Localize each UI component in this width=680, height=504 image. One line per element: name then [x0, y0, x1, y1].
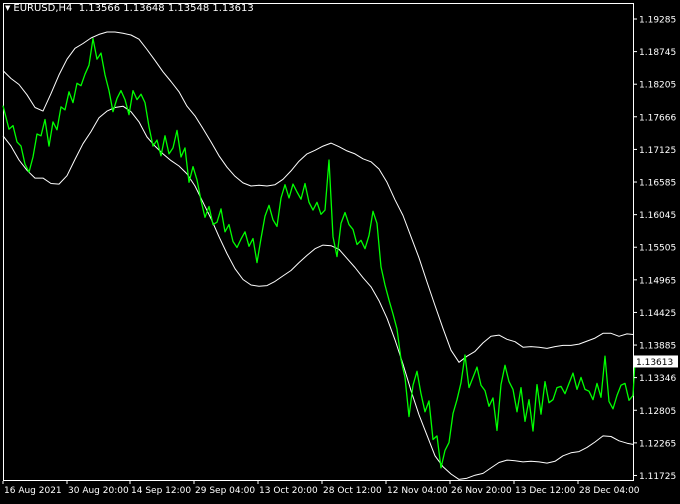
time-axis-label: 30 Aug 20:00 — [68, 486, 129, 496]
time-axis-label: 29 Sep 04:00 — [195, 486, 255, 496]
price-axis-label: 1.16045 — [639, 211, 676, 221]
lower-band-line — [2, 105, 634, 480]
time-axis-label: 12 Nov 04:00 — [387, 486, 448, 496]
time-axis-label: 14 Sep 12:00 — [131, 486, 191, 496]
time-axis-label: 16 Aug 2021 — [4, 486, 62, 496]
price-axis-label: 1.12805 — [639, 407, 676, 417]
price-axis-label: 1.14965 — [639, 276, 676, 286]
price-axis-label: 1.17666 — [639, 113, 676, 123]
chart-header: ▼ EURUSD,H4 1.13566 1.13648 1.13548 1.136… — [5, 3, 254, 14]
time-axis-label: 28 Dec 04:00 — [579, 486, 640, 496]
current-price-label: 1.13613 — [636, 358, 673, 368]
time-axis-label: 13 Oct 20:00 — [259, 486, 318, 496]
price-axis-label: 1.15505 — [639, 244, 676, 254]
price-axis-label: 1.17125 — [639, 146, 676, 156]
time-axis-label: 26 Nov 20:00 — [451, 486, 512, 496]
ohlc-values: 1.13566 1.13648 1.13548 1.13613 — [78, 3, 254, 14]
price-chart[interactable]: 1.19285 1.18745 1.18205 1.17666 1.17125 1.165… — [0, 0, 680, 500]
price-axis-label: 1.11725 — [639, 472, 676, 482]
chart-window[interactable]: ▼ EURUSD,H4 1.13566 1.13648 1.13548 1.136… — [0, 0, 680, 500]
price-axis-label: 1.13885 — [639, 342, 676, 352]
triangle-down-icon: ▼ — [5, 4, 11, 12]
price-axis-label: 1.19285 — [639, 16, 676, 26]
price-axis-label: 1.16585 — [639, 179, 676, 189]
time-axis-label: 13 Dec 12:00 — [515, 486, 576, 496]
price-axis-label: 1.13346 — [639, 374, 676, 384]
upper-band-line — [2, 31, 634, 363]
time-axis-label: 28 Oct 12:00 — [323, 486, 382, 496]
price-axis-label: 1.18745 — [639, 48, 676, 58]
price-line — [2, 37, 636, 469]
price-axis-label: 1.12265 — [639, 439, 676, 449]
plot-frame — [3, 3, 634, 481]
price-axis-label: 1.18205 — [639, 81, 676, 91]
price-axis-label: 1.14425 — [639, 309, 676, 319]
symbol-timeframe: EURUSD,H4 — [13, 3, 73, 14]
